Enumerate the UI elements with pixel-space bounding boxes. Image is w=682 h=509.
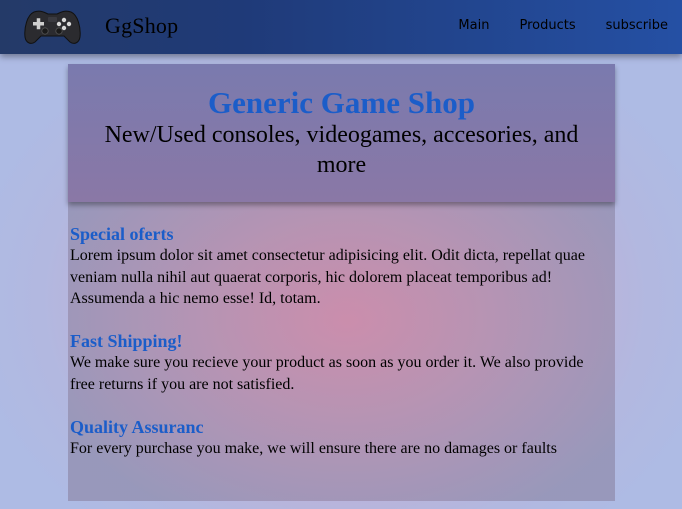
hero-subtitle: New/Used consoles, videogames, accesorie… [104, 122, 579, 178]
feature-title: Special oferts [70, 224, 174, 244]
gamepad-icon[interactable] [24, 8, 81, 45]
feature-title: Quality Assuranc [70, 417, 204, 437]
feature-special-offers: Special oferts Lorem ipsum dolor sit ame… [70, 223, 610, 310]
main-nav: Main Products subscribe [458, 18, 668, 33]
feature-body: We make sure you recieve your product as… [70, 354, 584, 393]
top-navbar: GgShop Main Products subscribe [0, 0, 682, 54]
brand-name[interactable]: GgShop [105, 13, 178, 39]
features-panel: Special oferts Lorem ipsum dolor sit ame… [68, 202, 615, 501]
feature-fast-shipping: Fast Shipping! We make sure you recieve … [70, 330, 610, 395]
nav-link-subscribe[interactable]: subscribe [606, 18, 668, 33]
hero-banner: Generic Game Shop New/Used consoles, vid… [68, 64, 615, 202]
feature-title: Fast Shipping! [70, 331, 183, 351]
nav-link-products[interactable]: Products [519, 18, 575, 33]
feature-body: Lorem ipsum dolor sit amet consectetur a… [70, 247, 585, 307]
feature-quality-assurance: Quality Assuranc For every purchase you … [70, 416, 610, 460]
feature-body: For every purchase you make, we will ens… [70, 440, 557, 457]
nav-link-main[interactable]: Main [458, 18, 489, 33]
hero-title: Generic Game Shop [208, 85, 475, 120]
